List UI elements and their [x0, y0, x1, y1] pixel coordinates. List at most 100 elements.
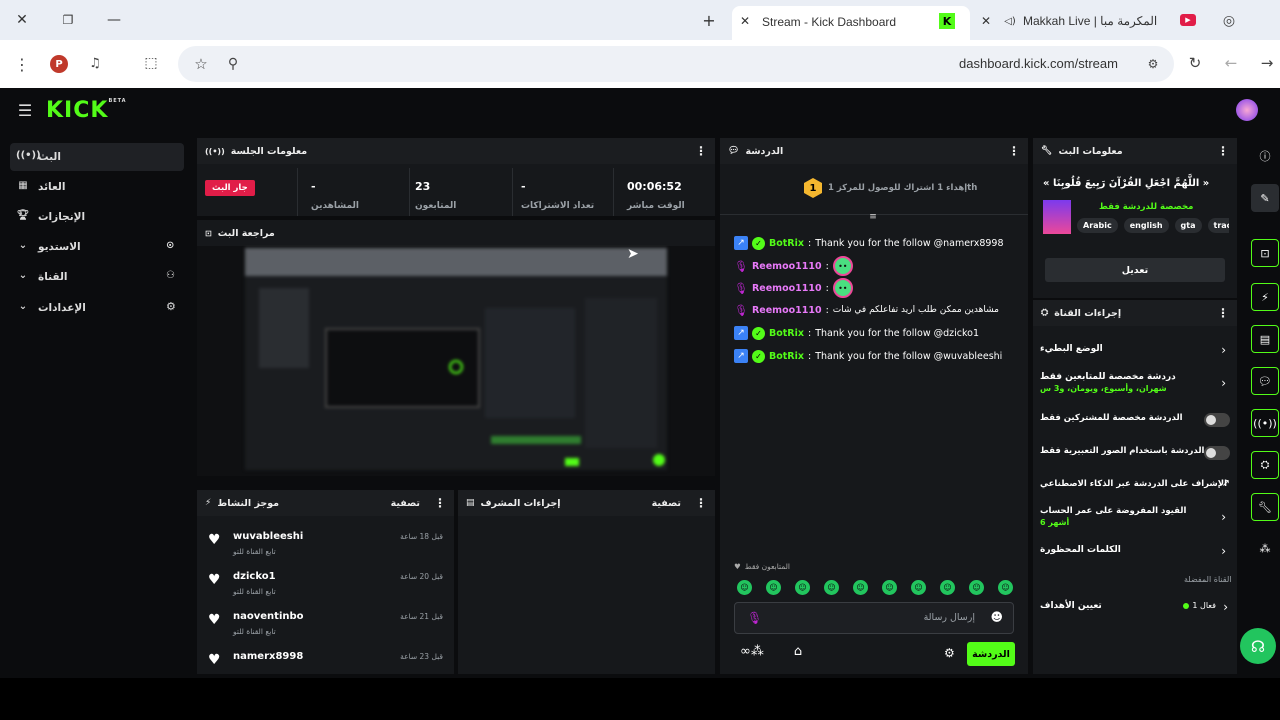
chat-username[interactable]: Reemoo1110	[752, 305, 822, 316]
heart-icon: ♥	[208, 652, 221, 668]
broadcast-panel-toggle-icon[interactable]: ((•))	[1251, 409, 1279, 437]
emote-icon[interactable]: ☺	[998, 580, 1013, 595]
new-tab-icon[interactable]: +	[700, 11, 718, 30]
emoji-picker-icon[interactable]: ☻	[990, 610, 1003, 624]
reload-icon[interactable]: ↻	[1186, 54, 1204, 72]
chat-username[interactable]: BotRix	[769, 351, 804, 362]
emote-icon[interactable]: ☺	[882, 580, 897, 595]
url-text[interactable]: dashboard.kick.com/stream	[959, 56, 1118, 71]
emote-icon[interactable]: ☺	[940, 580, 955, 595]
sidebar-item-achievements[interactable]: 🏆︎ الإنجازات	[10, 203, 184, 231]
action-emote-only[interactable]: الدردشة باستخدام الصور التعبيرية فقط	[1040, 445, 1230, 463]
beta-badge: BETA	[108, 98, 127, 104]
activity-username[interactable]: dzicko1	[233, 571, 276, 582]
extensions-icon[interactable]: ⬚	[142, 54, 160, 72]
document-panel-toggle-icon[interactable]: ▤	[1251, 325, 1279, 353]
chat-settings-icon[interactable]: ⚙	[944, 646, 955, 660]
chrome-menu-icon[interactable]: ◎	[1220, 12, 1238, 30]
more-options-icon[interactable]: ⋮	[695, 496, 707, 510]
back-icon[interactable]: →	[1258, 54, 1276, 72]
tag[interactable]: gta	[1174, 218, 1202, 233]
activity-username[interactable]: namerx8998	[233, 651, 303, 662]
wrench-panel-toggle-icon[interactable]: 🔧︎	[1251, 493, 1279, 521]
filter-button[interactable]: تصفية	[652, 498, 681, 509]
activity-username[interactable]: naoventinbo	[233, 611, 304, 622]
filter-button[interactable]: تصفية	[391, 498, 420, 509]
add-widget-icon[interactable]: ⁂	[1257, 540, 1273, 556]
sidebar-item-stream[interactable]: ((•)) البث	[10, 143, 184, 171]
emote-icon[interactable]: ☺	[911, 580, 926, 595]
store-icon[interactable]: ⌂	[794, 644, 802, 659]
more-options-icon[interactable]: ⋮	[695, 144, 707, 158]
emote-icon[interactable]: ☺	[737, 580, 752, 595]
sidebar-item-studio[interactable]: ⌄ الاستديو ⊙	[10, 233, 184, 261]
sidebar-item-settings[interactable]: ⌄ الإعدادات ⚙	[10, 294, 184, 322]
minimize-window-icon[interactable]: —	[106, 12, 122, 28]
emote-icon[interactable]: ☺	[795, 580, 810, 595]
send-chat-button[interactable]: الدردشة	[967, 642, 1015, 666]
tag[interactable]: english	[1123, 218, 1169, 233]
emote-menu-icon[interactable]: ∞⁂	[740, 644, 764, 659]
emote-icon[interactable]: ☺	[766, 580, 781, 595]
more-options-icon[interactable]: ⋮	[1217, 144, 1229, 158]
channel-panel-toggle-icon[interactable]: ⛭	[1251, 451, 1279, 479]
activity-username[interactable]: wuvableeshi	[233, 531, 303, 542]
omnibox[interactable]: ☆ ⚲ dashboard.kick.com/stream ⚙	[178, 46, 1174, 82]
stream-video[interactable]	[245, 248, 667, 470]
subscribers-only-toggle[interactable]	[1204, 413, 1230, 427]
profile-avatar[interactable]: P	[50, 55, 68, 73]
emote-only-toggle[interactable]	[1204, 446, 1230, 460]
chat-username[interactable]: Reemoo1110	[752, 261, 822, 272]
tag[interactable]: Arabic	[1077, 218, 1118, 233]
sidebar-item-revenue[interactable]: ▦ العائد	[10, 173, 184, 201]
chat-username[interactable]: BotRix	[769, 238, 804, 249]
sidebar-item-label: الاستديو	[38, 241, 81, 253]
emote-icon[interactable]: ☺	[853, 580, 868, 595]
action-subscribers-only[interactable]: الدردشة مخصصة للمشتركين فقط	[1040, 412, 1230, 430]
more-options-icon[interactable]: ⋮	[434, 496, 446, 510]
action-banned-words[interactable]: الكلمات المحظورة ›	[1040, 544, 1230, 564]
tab-kick-dashboard[interactable]: ✕ Stream - Kick Dashboard K	[732, 6, 970, 40]
more-options-icon[interactable]: ⋮	[1217, 306, 1229, 320]
restore-window-icon[interactable]: ❐	[60, 12, 76, 28]
action-set-goals[interactable]: تعيين الأهداف فعال 1 ›	[1040, 600, 1230, 620]
site-settings-icon[interactable]: ⚙	[1144, 55, 1162, 73]
emote-icon[interactable]: ☺	[969, 580, 984, 595]
stream-category[interactable]: مخصصة للدردشة فقط	[1099, 202, 1193, 212]
hamburger-menu-icon[interactable]: ☰	[16, 101, 34, 120]
more-options-icon[interactable]: ⋮	[1008, 144, 1020, 158]
action-followers-only[interactable]: دردشة مخصصة للمتابعين فقط شهران، وأسبوع،…	[1040, 372, 1230, 400]
action-ai-moderation[interactable]: الإشراف على الدردشة عبر الذكاء الاصطناعي…	[1040, 478, 1230, 496]
more-menu-icon[interactable]: ⋮	[14, 54, 30, 74]
tab-makkah-live[interactable]: ✕ ◁) Makkah Live | المكرمة مبا ▶	[975, 6, 1205, 36]
media-control-icon[interactable]: ♫	[86, 54, 104, 72]
audio-playing-icon[interactable]: ◁)	[1003, 14, 1017, 28]
pencil-icon[interactable]: ✎	[1251, 184, 1279, 212]
kick-logo[interactable]: KICKBETA	[46, 98, 127, 123]
chat-panel-toggle-icon[interactable]: 💬︎	[1251, 367, 1279, 395]
bookmark-star-icon[interactable]: ☆	[192, 55, 210, 73]
emote-icon[interactable]: ☺	[824, 580, 839, 595]
lightning-panel-toggle-icon[interactable]: ⚡︎	[1251, 283, 1279, 311]
edit-stream-button[interactable]: تعديل	[1045, 258, 1225, 282]
sub-goal-banner[interactable]: 1 إهداء 1 اشتراك للوصول للمركز 1th	[804, 178, 977, 198]
chat-username[interactable]: BotRix	[769, 328, 804, 339]
forward-icon[interactable]: ←	[1222, 54, 1240, 72]
tab-title: Stream - Kick Dashboard	[762, 15, 897, 29]
preview-panel-toggle-icon[interactable]: ⊡	[1251, 239, 1279, 267]
info-icon[interactable]: ⓘ	[1257, 148, 1273, 164]
close-window-icon[interactable]: ✕	[14, 12, 30, 28]
sidebar-item-channel[interactable]: ⌄ القناة ⚇	[10, 263, 184, 291]
support-button[interactable]: ☊	[1240, 628, 1276, 664]
close-tab-icon[interactable]: ✕	[979, 14, 993, 28]
collapse-icon[interactable]: ≡	[866, 212, 880, 222]
chat-username[interactable]: Reemoo1110	[752, 283, 822, 294]
close-tab-icon[interactable]: ✕	[738, 14, 752, 28]
action-slow-mode[interactable]: الوضع البطيء ›	[1040, 343, 1230, 363]
action-account-age[interactable]: القيود المفروضة على عمر الحساب أشهر 6 ›	[1040, 506, 1230, 534]
tag[interactable]: trac	[1207, 218, 1229, 233]
emote-quick-bar[interactable]: ☺ ☺ ☺ ☺ ☺ ☺ ☺ ☺ ☺ ☺	[737, 580, 1017, 598]
chat-input[interactable]: 🎙︎ إرسال رسالة ☻	[734, 602, 1014, 634]
search-icon[interactable]: ⚲	[224, 55, 242, 73]
user-avatar[interactable]	[1236, 99, 1258, 121]
